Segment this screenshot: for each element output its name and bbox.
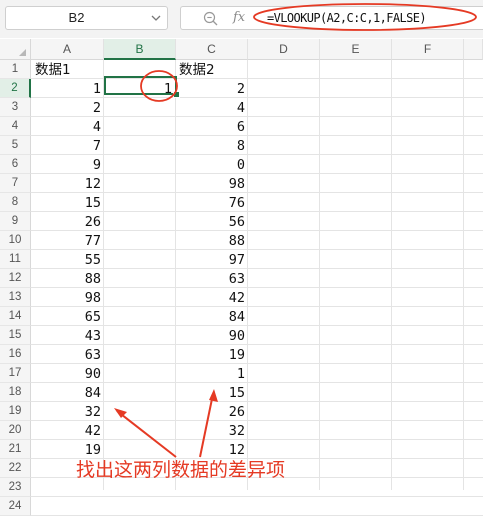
cell-a10[interactable]: 77	[41, 231, 101, 250]
row-header-8[interactable]: 8	[0, 193, 31, 212]
selected-cell-b2[interactable]	[104, 76, 177, 95]
row-header-5[interactable]: 5	[0, 136, 31, 155]
cell-a8[interactable]: 15	[41, 193, 101, 212]
row-header-16[interactable]: 16	[0, 345, 31, 364]
row-header-3[interactable]: 3	[0, 98, 31, 117]
cell-a11[interactable]: 55	[41, 250, 101, 269]
cell-a12[interactable]: 88	[41, 269, 101, 288]
cell-a3[interactable]: 2	[41, 98, 101, 117]
cell-a9[interactable]: 26	[41, 212, 101, 231]
cell-a18[interactable]: 84	[41, 383, 101, 402]
row-header-13[interactable]: 13	[0, 288, 31, 307]
cell-c16[interactable]: 19	[185, 345, 245, 364]
zoom-icon[interactable]	[203, 11, 218, 26]
cell-c5[interactable]: 8	[185, 136, 245, 155]
row-header-14[interactable]: 14	[0, 307, 31, 326]
cell-a1[interactable]: 数据1	[35, 60, 71, 79]
column-header-f[interactable]: F	[392, 39, 464, 60]
row-header-24[interactable]: 24	[0, 497, 31, 516]
column-header-c[interactable]: C	[176, 39, 248, 60]
top-bar: B2 fx =VLOOKUP(A2,C:C,1,FALSE)	[0, 0, 483, 38]
cell-c1[interactable]: 数据2	[179, 60, 215, 79]
column-header-a[interactable]: A	[31, 39, 104, 60]
column-header-e[interactable]: E	[320, 39, 392, 60]
cell-c6[interactable]: 0	[185, 155, 245, 174]
cell-c17[interactable]: 1	[185, 364, 245, 383]
cell-a4[interactable]: 4	[41, 117, 101, 136]
row-header-4[interactable]: 4	[0, 117, 31, 136]
cell-a6[interactable]: 9	[41, 155, 101, 174]
row-header-9[interactable]: 9	[0, 212, 31, 231]
column-header-d[interactable]: D	[248, 39, 320, 60]
row-header-12[interactable]: 12	[0, 269, 31, 288]
row-header-15[interactable]: 15	[0, 326, 31, 345]
name-box[interactable]: B2	[5, 6, 168, 30]
cell-a7[interactable]: 12	[41, 174, 101, 193]
formula-bar[interactable]: fx =VLOOKUP(A2,C:C,1,FALSE)	[180, 6, 483, 30]
row-header-6[interactable]: 6	[0, 155, 31, 174]
annotation-text: 找出这两列数据的差异项	[76, 459, 286, 481]
name-box-value: B2	[68, 10, 85, 25]
cell-c2[interactable]: 2	[185, 79, 245, 98]
column-header-b[interactable]: B	[104, 39, 176, 60]
cell-a20[interactable]: 42	[41, 421, 101, 440]
row-header-17[interactable]: 17	[0, 364, 31, 383]
cell-c9[interactable]: 56	[185, 212, 245, 231]
formula-text[interactable]: =VLOOKUP(A2,C:C,1,FALSE)	[267, 7, 427, 29]
cell-c20[interactable]: 32	[185, 421, 245, 440]
row-header-2[interactable]: 2	[0, 79, 31, 98]
select-all-corner[interactable]	[0, 39, 31, 60]
cell-a17[interactable]: 90	[41, 364, 101, 383]
row-header-10[interactable]: 10	[0, 231, 31, 250]
row-header-18[interactable]: 18	[0, 383, 31, 402]
row-header-7[interactable]: 7	[0, 174, 31, 193]
cell-c4[interactable]: 6	[185, 117, 245, 136]
cell-c12[interactable]: 63	[185, 269, 245, 288]
fx-icon[interactable]: fx	[233, 8, 245, 28]
row-header-1[interactable]: 1	[0, 60, 31, 79]
column-header-partial[interactable]	[464, 39, 483, 60]
cell-c11[interactable]: 97	[185, 250, 245, 269]
cell-a16[interactable]: 63	[41, 345, 101, 364]
cell-a15[interactable]: 43	[41, 326, 101, 345]
row-header-20[interactable]: 20	[0, 421, 31, 440]
cell-a14[interactable]: 65	[41, 307, 101, 326]
cell-c19[interactable]: 26	[185, 402, 245, 421]
cell-a5[interactable]: 7	[41, 136, 101, 155]
cell-c13[interactable]: 42	[185, 288, 245, 307]
cell-c10[interactable]: 88	[185, 231, 245, 250]
row-header-22[interactable]: 22	[0, 459, 31, 478]
row-header-11[interactable]: 11	[0, 250, 31, 269]
row-header-19[interactable]: 19	[0, 402, 31, 421]
cell-c8[interactable]: 76	[185, 193, 245, 212]
cell-c15[interactable]: 90	[185, 326, 245, 345]
cell-c18[interactable]: 15	[185, 383, 245, 402]
cell-c3[interactable]: 4	[185, 98, 245, 117]
cell-c7[interactable]: 98	[185, 174, 245, 193]
cell-a19[interactable]: 32	[41, 402, 101, 421]
chevron-down-icon[interactable]	[149, 10, 163, 26]
row-header-23[interactable]: 23	[0, 478, 31, 497]
fill-handle[interactable]	[173, 91, 180, 98]
cell-a2[interactable]: 1	[41, 79, 101, 98]
cell-a13[interactable]: 98	[41, 288, 101, 307]
row-header-21[interactable]: 21	[0, 440, 31, 459]
cell-c14[interactable]: 84	[185, 307, 245, 326]
